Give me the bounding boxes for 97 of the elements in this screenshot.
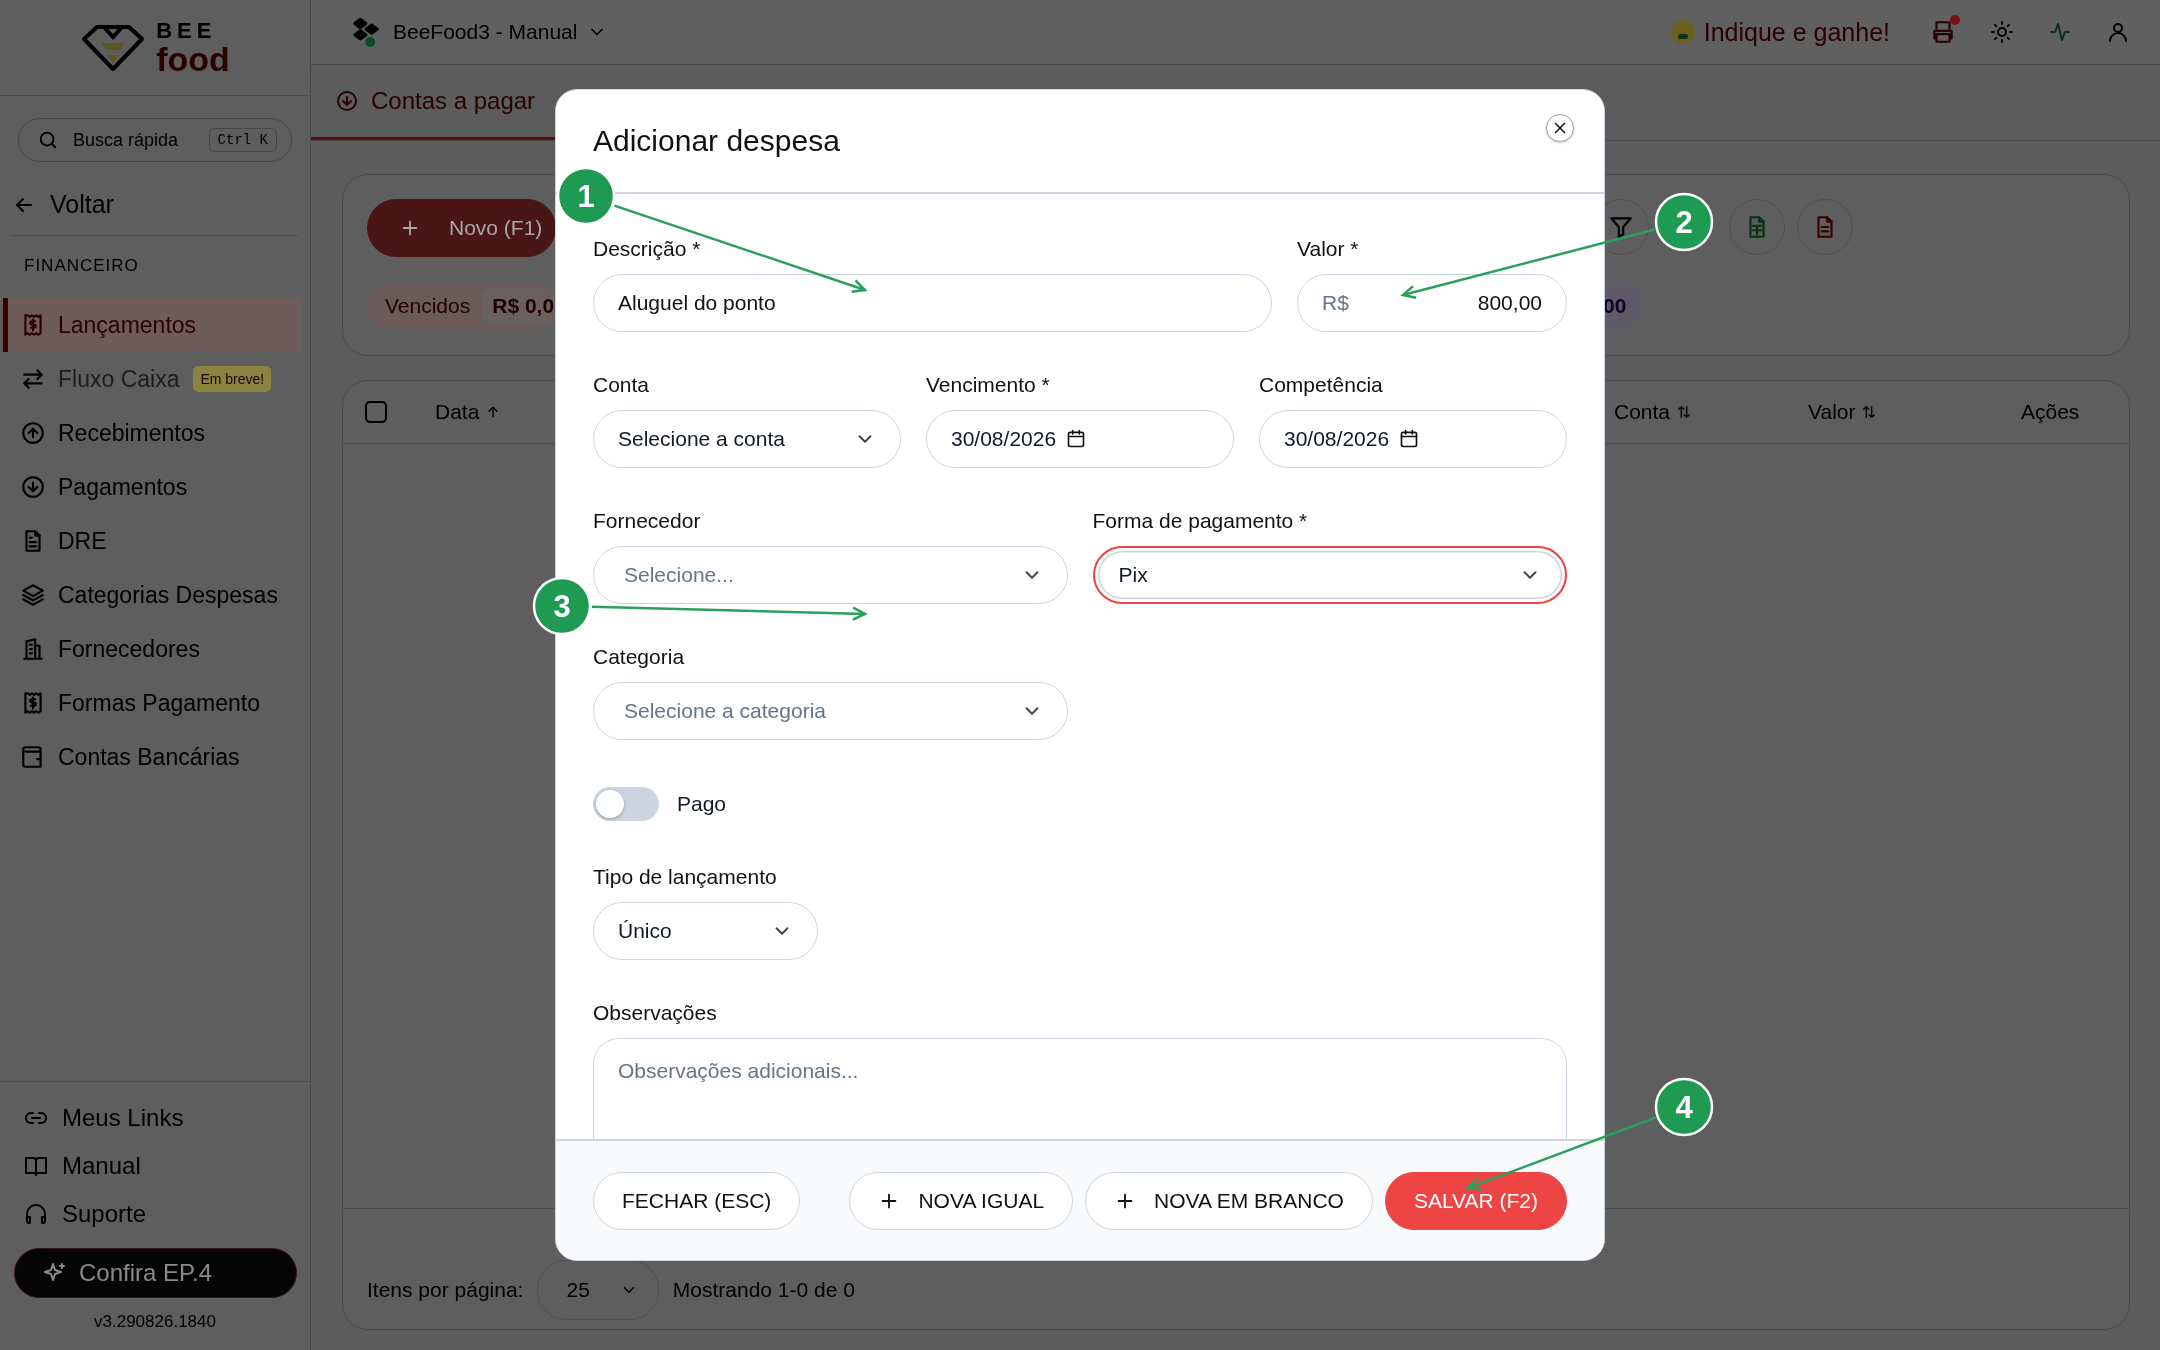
amount-field[interactable]: R$ 800,00 bbox=[1297, 274, 1567, 332]
sort-icon bbox=[1676, 404, 1693, 420]
sidebar-link-label: Suporte bbox=[62, 1200, 147, 1228]
close-icon-button[interactable] bbox=[1546, 114, 1574, 142]
down-arrow-circle-icon bbox=[335, 89, 359, 113]
sidebar-item-label: Formas Pagamento bbox=[58, 689, 260, 717]
new-button[interactable]: Novo (F1) bbox=[367, 199, 557, 257]
overdue-chip[interactable]: Vencidos R$ 0,0 bbox=[367, 283, 557, 329]
select-all-checkbox[interactable] bbox=[365, 401, 387, 423]
pulse-icon bbox=[2048, 20, 2072, 44]
logo-text: BEE bbox=[156, 19, 218, 42]
sidebar-link[interactable]: Meus Links bbox=[0, 1094, 310, 1142]
sidebar-item-label: DRE bbox=[58, 527, 107, 555]
select-field[interactable]: Selecione a conta bbox=[593, 410, 901, 468]
field-label: Vencimento * bbox=[926, 372, 1050, 398]
sidebar-item-label: Fornecedores bbox=[58, 635, 200, 663]
column-header[interactable]: Valor bbox=[1808, 400, 1856, 424]
select-field[interactable]: Único bbox=[593, 902, 818, 960]
field-label: Observações bbox=[593, 1000, 717, 1026]
sidebar-item-label: Categorias Despesas bbox=[58, 581, 278, 609]
add-button[interactable]: NOVA IGUAL bbox=[849, 1171, 1074, 1230]
field-label: Forma de pagamento * bbox=[1092, 508, 1308, 534]
sidebar-link-label: Manual bbox=[62, 1152, 141, 1180]
sidebar-item[interactable]: Lançamentos bbox=[3, 298, 302, 352]
version-text: v3.290826.1840 bbox=[93, 1311, 217, 1333]
sidebar-link[interactable]: Suporte bbox=[0, 1190, 310, 1238]
field-label: Competência bbox=[1259, 372, 1383, 398]
sort-icon bbox=[1861, 404, 1878, 420]
workspace-name[interactable]: BeeFood3 - Manual bbox=[393, 20, 578, 44]
date-field[interactable]: 30/08/2026 bbox=[1259, 410, 1567, 468]
step-marker: 3 bbox=[532, 576, 592, 636]
shortcut-key: Ctrl K bbox=[208, 128, 277, 152]
book-icon bbox=[24, 1154, 48, 1178]
building-icon bbox=[20, 636, 46, 662]
notes-field[interactable]: Observações adicionais... bbox=[593, 1038, 1567, 1139]
field-label: Fornecedor bbox=[593, 508, 701, 534]
promo-button[interactable]: Confira EP.4 bbox=[14, 1248, 297, 1298]
section-title: FINANCEIRO bbox=[23, 255, 140, 277]
sidebar-item[interactable]: Pagamentos bbox=[3, 460, 302, 514]
select-field[interactable]: Pix bbox=[1092, 546, 1567, 604]
step-marker: 1 bbox=[556, 166, 616, 226]
back-link[interactable]: Voltar bbox=[12, 184, 298, 236]
logo-text: food bbox=[156, 41, 230, 76]
page-size-label: Itens por página: bbox=[367, 1278, 524, 1302]
dialog-title: Adicionar despesa bbox=[593, 124, 840, 158]
sidebar-item[interactable]: Categorias Despesas bbox=[3, 568, 302, 622]
back-label: Voltar bbox=[50, 190, 114, 219]
referral-link[interactable]: Indique e ganhe! bbox=[1669, 17, 1890, 47]
sidebar-link[interactable]: Manual bbox=[0, 1142, 310, 1190]
field-label: Categoria bbox=[593, 644, 685, 670]
sidebar-item[interactable]: Formas Pagamento bbox=[3, 676, 302, 730]
printer-icon bbox=[1930, 19, 1956, 45]
column-header[interactable]: Ações bbox=[2021, 400, 2080, 424]
date-field[interactable]: 30/08/2026 bbox=[926, 410, 1234, 468]
select-field[interactable]: Selecione... bbox=[593, 546, 1068, 604]
sidebar-item[interactable]: Recebimentos bbox=[3, 406, 302, 460]
sidebar-item-label: Pagamentos bbox=[58, 473, 188, 501]
column-header[interactable]: Data bbox=[435, 400, 480, 424]
sidebar-item[interactable]: DRE bbox=[3, 514, 302, 568]
select-field[interactable]: Selecione a categoria bbox=[593, 682, 1068, 740]
sidebar-item-label: Lançamentos bbox=[58, 311, 197, 339]
add-button[interactable]: NOVA EM BRANCO bbox=[1085, 1171, 1373, 1230]
sidebar-item[interactable]: Fornecedores bbox=[3, 622, 302, 676]
toggle-switch[interactable] bbox=[593, 787, 659, 821]
user-icon bbox=[2106, 20, 2130, 44]
save-button[interactable]: SALVAR (F2) bbox=[1384, 1171, 1567, 1230]
sidebar-item-label: Fluxo Caixa bbox=[58, 365, 180, 393]
sidebar-item-label: Recebimentos bbox=[58, 419, 206, 447]
field-label: Conta bbox=[593, 372, 650, 398]
arrows-icon bbox=[20, 366, 46, 392]
soon-badge: Em breve! bbox=[193, 366, 272, 392]
down-arrow-circle-icon bbox=[20, 474, 46, 500]
smiley-icon bbox=[1669, 19, 1696, 45]
toggle-label: Pago bbox=[677, 792, 727, 816]
calendar-icon bbox=[1066, 429, 1087, 449]
chip-amount: R$ 0,0 bbox=[482, 288, 557, 324]
close-button[interactable]: FECHAR (ESC) bbox=[593, 1171, 801, 1230]
filter-icon bbox=[1608, 214, 1634, 240]
sidebar-item[interactable]: Contas Bancárias bbox=[3, 730, 302, 784]
pagination-summary: Mostrando 1-0 de 0 bbox=[672, 1278, 855, 1302]
calendar-icon bbox=[1399, 429, 1420, 449]
layers-icon bbox=[20, 582, 46, 608]
step-marker: 4 bbox=[1654, 1077, 1714, 1137]
sidebar-item-label: Contas Bancárias bbox=[58, 743, 240, 771]
column-header[interactable]: Conta bbox=[1614, 400, 1671, 424]
chip-label: Vencidos bbox=[385, 294, 471, 318]
field-label: Tipo de lançamento bbox=[593, 864, 777, 890]
search-icon bbox=[37, 129, 59, 151]
up-arrow-circle-icon bbox=[20, 420, 46, 446]
sun-icon bbox=[1990, 20, 2014, 44]
field-label: Valor * bbox=[1297, 236, 1359, 262]
sidebar-link-label: Meus Links bbox=[62, 1104, 184, 1132]
field-label: Descrição * bbox=[593, 236, 701, 262]
text-field[interactable]: Aluguel do ponto bbox=[593, 274, 1272, 332]
headset-icon bbox=[24, 1202, 48, 1226]
step-marker: 2 bbox=[1654, 192, 1714, 252]
bee-logo-icon bbox=[80, 22, 147, 73]
